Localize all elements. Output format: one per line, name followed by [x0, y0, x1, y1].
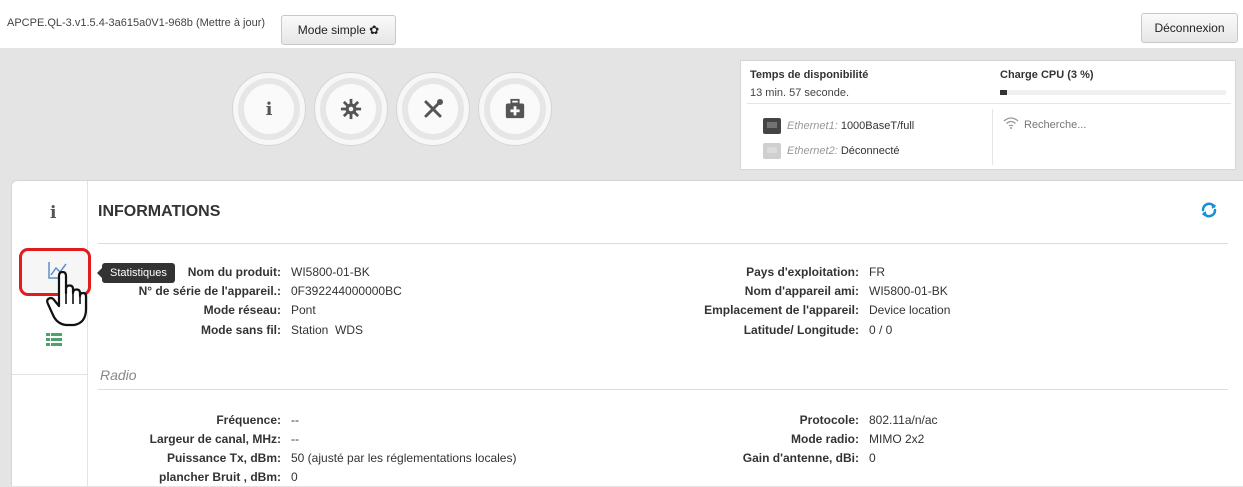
ethernet1-name: Ethernet1:	[787, 120, 838, 132]
mode-simple-label: Mode simple	[297, 23, 366, 37]
side-nav-divider	[12, 374, 88, 375]
radio-row: plancher Bruit , dBm:	[12, 469, 281, 485]
info-label: Pays d'exploitation:	[746, 265, 859, 279]
tools-icon	[408, 84, 458, 134]
ethernet2-name: Ethernet2:	[787, 145, 838, 157]
ethernet-port-icon	[763, 143, 781, 159]
information-card: i Statistiques INFORMATIONS Nom du produ…	[11, 180, 1243, 487]
cpu-load-fill	[1000, 90, 1007, 95]
firmware-version-link[interactable]: APCPE.QL-3.v1.5.4-3a615a0V1-968b (Mettre…	[7, 17, 265, 29]
radio-label: Mode radio:	[791, 432, 859, 446]
info-icon: i	[244, 84, 294, 134]
radio-label: plancher Bruit , dBm:	[158, 470, 281, 484]
noise-floor-value: 0	[291, 470, 298, 484]
country-value: FR	[869, 265, 885, 279]
radio-label: Protocole:	[799, 413, 859, 427]
mode-simple-button[interactable]: Mode simple ✿	[281, 15, 396, 45]
status-vertical-divider	[992, 109, 993, 165]
antenna-gain-value: 0	[869, 451, 876, 465]
radio-section-title: Radio	[100, 367, 137, 383]
info-label: Emplacement de l'appareil:	[704, 303, 859, 317]
uptime-label: Temps de disponibilité	[750, 69, 869, 81]
info-tab-icon[interactable]: i	[50, 203, 56, 223]
radio-row: Mode radio:	[12, 431, 859, 447]
info-row: Pays d'exploitation:	[12, 264, 859, 280]
nav-info-button[interactable]: i	[233, 73, 305, 145]
wifi-status-text: Recherche...	[1024, 118, 1087, 131]
ethernet2-value: Déconnecté	[837, 145, 900, 157]
radio-mode-value: MIMO 2x2	[869, 432, 925, 446]
status-divider	[747, 103, 1231, 104]
gear-icon: ✿	[369, 23, 380, 37]
radio-divider	[98, 389, 1228, 390]
logout-button[interactable]: Déconnexion	[1141, 13, 1238, 43]
ethernet1-status: Ethernet1: 1000BaseT/full	[763, 117, 914, 135]
info-row: Emplacement de l'appareil:	[12, 302, 859, 318]
wireless-status: Recherche...	[1003, 117, 1086, 132]
info-label: Nom d'appareil ami:	[744, 284, 859, 298]
radio-label: Gain d'antenne, dBi:	[742, 451, 859, 465]
radio-row: Protocole:	[12, 412, 859, 428]
protocol-value: 802.11a/n/ac	[869, 413, 938, 427]
nav-support-button[interactable]	[479, 73, 551, 145]
cpu-load-label: Charge CPU (3 %)	[1000, 69, 1094, 81]
nav-tools-button[interactable]	[397, 73, 469, 145]
lat-long-value: 0 / 0	[869, 323, 893, 337]
info-row: Latitude/ Longitude:	[12, 322, 859, 338]
ethernet1-value: 1000BaseT/full	[837, 120, 915, 132]
friendly-name-value: WI5800-01-BK	[869, 284, 948, 298]
info-row: Nom d'appareil ami:	[12, 283, 859, 299]
wifi-icon	[1003, 117, 1019, 132]
refresh-icon[interactable]	[1200, 201, 1218, 222]
nav-settings-button[interactable]	[315, 73, 387, 145]
device-location-value: Device location	[869, 303, 951, 317]
radio-row: Gain d'antenne, dBi:	[12, 450, 859, 466]
medkit-icon	[490, 84, 540, 134]
info-label: Latitude/ Longitude:	[743, 323, 859, 337]
ethernet2-status: Ethernet2: Déconnecté	[763, 142, 900, 160]
ethernet-port-icon	[763, 118, 781, 134]
status-panel: Temps de disponibilité 13 min. 57 second…	[740, 60, 1236, 170]
page-title: INFORMATIONS	[98, 203, 221, 220]
top-bar: APCPE.QL-3.v1.5.4-3a615a0V1-968b (Mettre…	[0, 0, 1243, 48]
gear-icon	[326, 84, 376, 134]
cpu-load-bar	[1000, 90, 1226, 95]
uptime-value: 13 min. 57 seconde.	[750, 87, 850, 99]
title-divider	[98, 243, 1228, 244]
